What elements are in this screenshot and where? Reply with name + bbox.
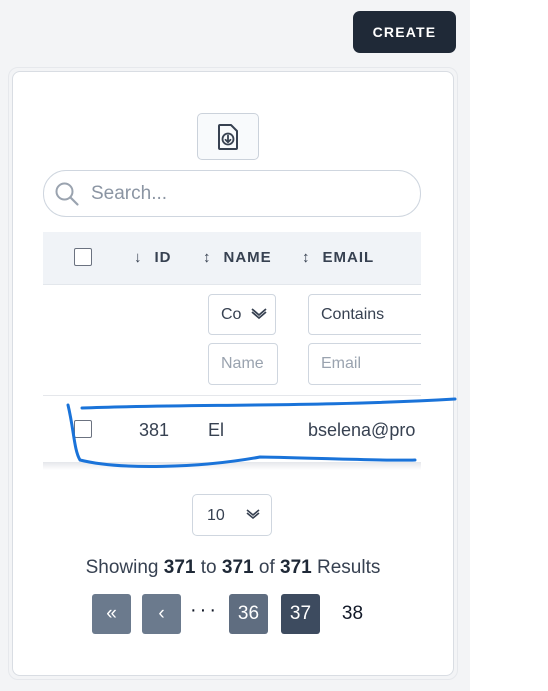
table-row[interactable]: 381 El bselena@pro [43, 396, 421, 462]
sort-both-icon: ↕ [302, 249, 311, 266]
page-size-value: 10 [207, 507, 225, 524]
table-bottom-shadow [43, 462, 421, 470]
double-chevron-left-icon: « [106, 603, 117, 624]
name-filter-input[interactable] [208, 343, 278, 385]
chevron-down-icon [246, 304, 269, 327]
filter-row: Co Contains [43, 285, 421, 396]
row-email: bselena@pro [308, 420, 416, 440]
email-filter-input[interactable] [308, 343, 421, 385]
table-card: ↓ ID ↕ NAME ↕ EMAIL Co Contains 381 El bsel… [12, 71, 454, 676]
select-all-checkbox[interactable] [74, 248, 92, 266]
email-filter-operator-select[interactable]: Contains [308, 294, 421, 335]
row-name: El [208, 420, 225, 440]
search-input[interactable] [89, 179, 403, 209]
summary-results-word: Results [317, 557, 381, 578]
name-filter-operator-value: Co [221, 306, 242, 323]
previous-page-button[interactable]: ‹ [142, 594, 181, 634]
data-table: ↓ ID ↕ NAME ↕ EMAIL Co Contains 381 El bsel… [43, 232, 421, 462]
summary-to-word: to [200, 557, 217, 578]
column-label-id: ID [154, 249, 172, 266]
page-button-36[interactable]: 36 [229, 594, 268, 634]
search-icon [55, 182, 79, 206]
chevron-left-icon: ‹ [158, 603, 165, 624]
file-download-icon [218, 123, 238, 150]
sort-both-icon: ↕ [203, 249, 212, 266]
row-id: 381 [139, 420, 170, 440]
first-page-button[interactable]: « [92, 594, 131, 634]
summary-to: 371 [221, 557, 254, 578]
summary-from: 371 [163, 557, 196, 578]
row-checkbox[interactable] [74, 420, 92, 438]
chevron-down-icon [246, 509, 260, 520]
email-filter-operator-value: Contains [321, 306, 385, 323]
page-button-38[interactable]: 38 [333, 594, 372, 634]
page-size-select[interactable]: 10 [192, 494, 272, 536]
pagination-ellipsis: ··· [190, 599, 219, 621]
column-header-name[interactable]: ↕ NAME [203, 249, 272, 266]
column-header-id[interactable]: ↓ ID [134, 249, 172, 266]
summary-of-word: of [258, 557, 275, 578]
summary-total: 371 [280, 557, 312, 578]
name-filter-operator-select[interactable]: Co [208, 294, 276, 335]
search-box[interactable] [43, 170, 421, 217]
column-label-email: EMAIL [322, 249, 375, 266]
summary-prefix: Showing [85, 557, 159, 578]
column-header-email[interactable]: ↕ EMAIL [302, 249, 374, 266]
create-button[interactable]: CREATE [353, 11, 456, 53]
results-summary: Showing 371 to 371 of 371 Results [13, 557, 453, 579]
page-button-37-current[interactable]: 37 [281, 594, 320, 634]
sort-down-icon: ↓ [134, 249, 143, 266]
table-header: ↓ ID ↕ NAME ↕ EMAIL [43, 232, 421, 285]
column-label-name: NAME [223, 249, 272, 266]
export-button[interactable] [197, 113, 259, 160]
